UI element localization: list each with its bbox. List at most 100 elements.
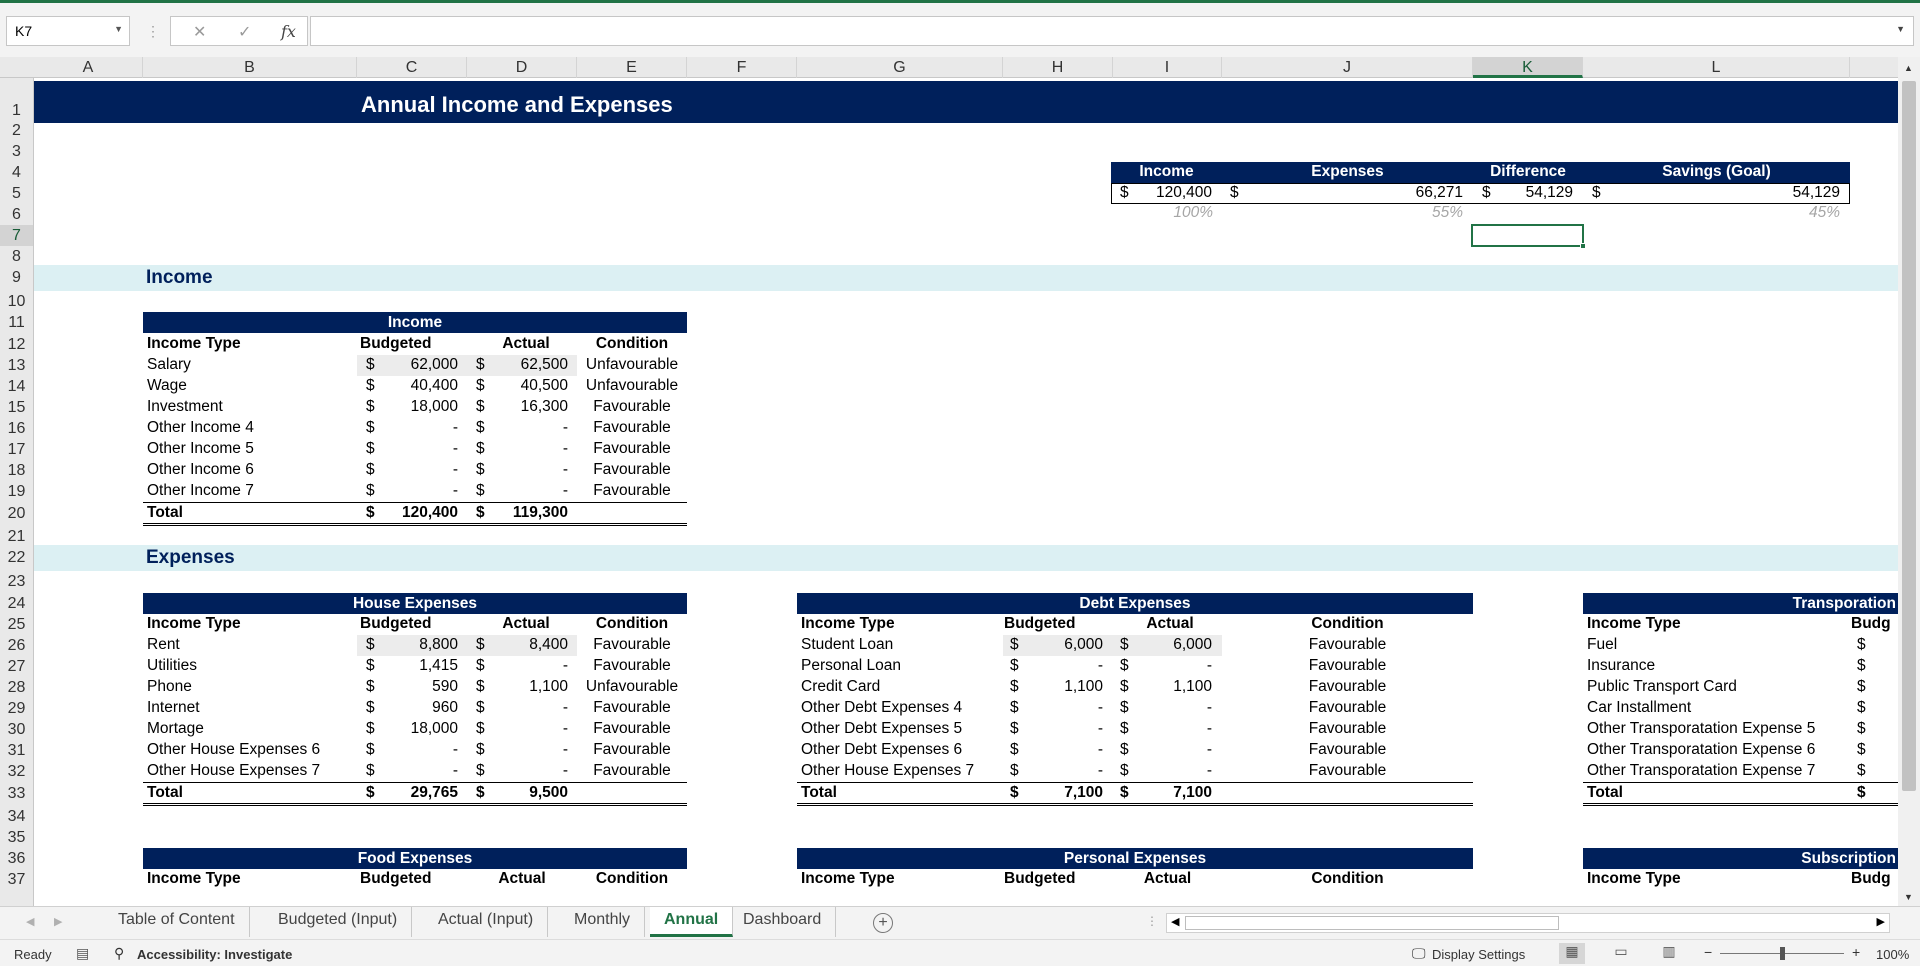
house_table-row-condition[interactable]: Favourable [577, 698, 687, 719]
house_table-row-condition[interactable]: Unfavourable [577, 677, 687, 698]
row-header-13[interactable]: 13 [0, 355, 33, 376]
debt_table-row-actual[interactable]: - [1122, 761, 1212, 782]
debt_table-row-actual[interactable]: - [1122, 740, 1212, 761]
income_table-row-actual[interactable]: 62,500 [478, 355, 568, 376]
house_table-row-actual[interactable]: 8,400 [478, 635, 568, 656]
house_table-row-budgeted[interactable]: 960 [368, 698, 458, 719]
row-header-8[interactable]: 8 [0, 246, 33, 267]
row-header-34[interactable]: 34 [0, 806, 33, 827]
enter-check-icon[interactable]: ✓ [238, 22, 251, 42]
house_table-row-name[interactable]: Other House Expenses 6 [147, 740, 320, 761]
house_table-row-name[interactable]: Mortage [147, 719, 204, 740]
row-header-1[interactable]: 1 [0, 100, 33, 121]
vertical-scrollbar[interactable]: ▲ ▼ [1898, 57, 1920, 906]
scroll-up-icon[interactable]: ▲ [1904, 63, 1913, 73]
tab-table-of-content[interactable]: Table of Content [104, 907, 250, 937]
income_table-row-condition[interactable]: Favourable [577, 481, 687, 502]
horizontal-scrollbar[interactable]: ◀ ▶ [1166, 913, 1890, 933]
accessibility-status[interactable]: Accessibility: Investigate [137, 947, 292, 962]
debt_table-row-condition[interactable]: Favourable [1222, 761, 1473, 782]
zoom-slider-knob[interactable] [1780, 947, 1785, 960]
row-header-2[interactable]: 2 [0, 120, 33, 141]
column-header-j[interactable]: J [1222, 57, 1473, 78]
income_table-row-actual[interactable]: - [478, 460, 568, 481]
income_table-row-actual[interactable]: - [478, 418, 568, 439]
house_table-row-actual[interactable]: - [478, 761, 568, 782]
house_table-row-condition[interactable]: Favourable [577, 740, 687, 761]
zoom-out-icon[interactable]: − [1704, 944, 1712, 960]
chevron-down-icon[interactable]: ▼ [114, 24, 123, 34]
house_table-row-budgeted[interactable]: 18,000 [368, 719, 458, 740]
tab-monthly[interactable]: Monthly [560, 907, 646, 937]
row-header-36[interactable]: 36 [0, 848, 33, 869]
column-header-i[interactable]: I [1113, 57, 1222, 78]
house_table-row-condition[interactable]: Favourable [577, 656, 687, 677]
income_table-row-actual[interactable]: - [478, 481, 568, 502]
tab-prev-icon[interactable]: ◀ [26, 915, 34, 928]
transport_table-row-name[interactable]: Other Transporatation Expense 6 [1587, 740, 1815, 761]
debt_table-row-name[interactable]: Other House Expenses 7 [801, 761, 974, 782]
debt_table-row-condition[interactable]: Favourable [1222, 677, 1473, 698]
column-header-g[interactable]: G [797, 57, 1003, 78]
row-header-23[interactable]: 23 [0, 571, 33, 592]
row-header-3[interactable]: 3 [0, 141, 33, 162]
row-header-28[interactable]: 28 [0, 677, 33, 698]
row-header-30[interactable]: 30 [0, 719, 33, 740]
income_table-row-condition[interactable]: Unfavourable [577, 376, 687, 397]
row-header-20[interactable]: 20 [0, 503, 33, 524]
scroll-right-icon[interactable]: ▶ [1877, 915, 1885, 928]
house_table-row-condition[interactable]: Favourable [577, 635, 687, 656]
income_table-row-name[interactable]: Investment [147, 397, 223, 418]
income_table-row-condition[interactable]: Favourable [577, 439, 687, 460]
accessibility-icon[interactable]: ⚲ [114, 945, 124, 962]
income_table-row-condition[interactable]: Favourable [577, 397, 687, 418]
row-header-32[interactable]: 32 [0, 761, 33, 782]
add-sheet-icon[interactable]: + [873, 913, 893, 933]
house_table-row-actual[interactable]: - [478, 698, 568, 719]
column-header-e[interactable]: E [577, 57, 687, 78]
tab-dashboard[interactable]: Dashboard [729, 907, 837, 937]
income_table-total-budgeted[interactable]: 120,400 [368, 503, 458, 524]
income_table-row-budgeted[interactable]: 18,000 [368, 397, 458, 418]
debt_table-row-condition[interactable]: Favourable [1222, 698, 1473, 719]
debt_table-row-actual[interactable]: 1,100 [1122, 677, 1212, 698]
column-header-d[interactable]: D [467, 57, 577, 78]
income_table-row-budgeted[interactable]: 62,000 [368, 355, 458, 376]
debt_table-row-condition[interactable]: Favourable [1222, 635, 1473, 656]
row-header-27[interactable]: 27 [0, 656, 33, 677]
income_table-row-budgeted[interactable]: - [368, 418, 458, 439]
income_table-row-name[interactable]: Other Income 6 [147, 460, 254, 481]
splitter-icon[interactable]: ⋮ [1146, 914, 1158, 928]
house_table-row-condition[interactable]: Favourable [577, 761, 687, 782]
house_table-row-budgeted[interactable]: 8,800 [368, 635, 458, 656]
row-header-31[interactable]: 31 [0, 740, 33, 761]
row-header-12[interactable]: 12 [0, 334, 33, 355]
debt_table-row-name[interactable]: Credit Card [801, 677, 880, 698]
column-header-c[interactable]: C [357, 57, 467, 78]
row-header-26[interactable]: 26 [0, 635, 33, 656]
scroll-left-icon[interactable]: ◀ [1171, 915, 1179, 928]
h-scroll-thumb[interactable] [1185, 916, 1559, 930]
formula-input[interactable]: ▼ [310, 16, 1914, 46]
tab-budgeted-input[interactable]: Budgeted (Input) [264, 907, 413, 937]
page-break-view-icon[interactable]: ▥ [1656, 943, 1682, 964]
display-settings-icon[interactable]: 🖵 [1412, 945, 1426, 962]
tab-annual[interactable]: Annual [650, 907, 734, 937]
debt_table-total-budgeted[interactable]: 7,100 [1013, 783, 1103, 804]
house_table-row-budgeted[interactable]: 590 [368, 677, 458, 698]
row-header-10[interactable]: 10 [0, 291, 33, 312]
transport_table-row-name[interactable]: Other Transporatation Expense 5 [1587, 719, 1815, 740]
income_table-row-actual[interactable]: 40,500 [478, 376, 568, 397]
debt_table-row-name[interactable]: Other Debt Expenses 4 [801, 698, 962, 719]
debt_table-total-actual[interactable]: 7,100 [1122, 783, 1212, 804]
income_table-row-condition[interactable]: Favourable [577, 418, 687, 439]
income_table-row-name[interactable]: Salary [147, 355, 191, 376]
debt_table-row-budgeted[interactable]: - [1013, 740, 1103, 761]
income_table-row-budgeted[interactable]: - [368, 439, 458, 460]
house_table-row-condition[interactable]: Favourable [577, 719, 687, 740]
house_table-row-name[interactable]: Rent [147, 635, 180, 656]
debt_table-row-budgeted[interactable]: 1,100 [1013, 677, 1103, 698]
house_table-row-budgeted[interactable]: - [368, 740, 458, 761]
row-header-25[interactable]: 25 [0, 614, 33, 635]
debt_table-row-condition[interactable]: Favourable [1222, 740, 1473, 761]
